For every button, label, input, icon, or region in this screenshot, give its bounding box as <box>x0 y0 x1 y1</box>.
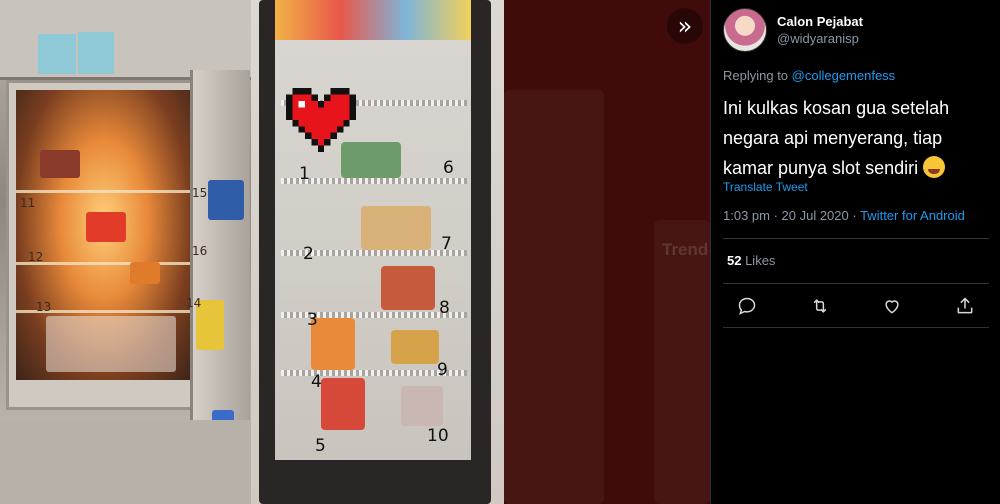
showcase-fridge-image: 1 2 3 4 5 6 7 8 9 10 <box>251 0 504 504</box>
face-with-tears-of-joy-icon <box>923 156 946 178</box>
food-container <box>86 212 126 242</box>
collapse-panel-button[interactable]: » <box>667 8 703 44</box>
tweet-meta: 1:03 pm · 20 Jul 2020 · Twitter for Andr… <box>723 208 965 223</box>
floor <box>0 420 251 504</box>
divider <box>723 238 989 239</box>
share-icon <box>957 297 973 314</box>
slot-number-9: 9 <box>437 360 448 380</box>
replying-to: Replying to @collegemenfess <box>723 68 895 83</box>
food-item <box>381 266 435 310</box>
heart-icon <box>885 300 899 314</box>
fridge-slot-label: 12 <box>28 250 44 264</box>
tweet-text: Ini kulkas kosan gua setelah negara api … <box>723 93 993 183</box>
author-display-name[interactable]: Calon Pejabat <box>777 13 863 31</box>
likes-label: Likes <box>741 253 776 268</box>
replying-prefix: Replying to <box>723 68 792 83</box>
sticky-note <box>38 34 76 74</box>
chevron-double-right-icon: » <box>677 12 693 40</box>
food-container <box>40 150 80 178</box>
tweet-body: Ini kulkas kosan gua setelah negara api … <box>723 98 950 178</box>
slot-number-7: 7 <box>441 234 452 254</box>
freezer-door <box>0 0 251 80</box>
door-item <box>208 180 244 220</box>
background-trends-heading: Trend <box>662 240 709 259</box>
replying-mention-link[interactable]: @collegemenfess <box>792 68 896 83</box>
like-button[interactable] <box>879 293 905 319</box>
author-handle[interactable]: @widyaranisp <box>777 31 863 47</box>
slot-number-4: 4 <box>311 372 322 392</box>
slot-number-8: 8 <box>439 298 450 318</box>
tweet-author[interactable]: Calon Pejabat @widyaranisp <box>723 8 863 52</box>
retweet-icon <box>813 299 827 313</box>
slot-number-1: 1 <box>299 164 310 184</box>
fridge-shelf <box>16 190 192 193</box>
background-media <box>504 90 604 504</box>
reply-button[interactable] <box>734 293 760 319</box>
food-item <box>361 206 431 250</box>
fridge-slot-label: 13 <box>36 300 52 314</box>
tweet-actions <box>711 293 1000 319</box>
slot-number-6: 6 <box>443 158 454 178</box>
retweet-button[interactable] <box>807 293 833 319</box>
food-item <box>321 378 365 430</box>
slot-number-10: 10 <box>427 426 449 446</box>
likes-number: 52 <box>727 253 742 268</box>
dimmed-background-page: Trend » <box>504 0 710 504</box>
reply-icon <box>738 297 756 315</box>
open-fridge-image: 15 14 16 11 13 12 <box>0 0 251 504</box>
fridge-slot-label: 16 <box>192 244 208 258</box>
divider <box>723 283 989 284</box>
fridge-slot-label: 14 <box>186 296 202 310</box>
tweet-source-link[interactable]: Twitter for Android <box>860 208 965 223</box>
author-names: Calon Pejabat @widyaranisp <box>777 13 863 47</box>
slot-number-3: 3 <box>307 310 318 330</box>
fridge-slot-label: 15 <box>192 186 208 200</box>
food-item <box>401 386 443 426</box>
avatar[interactable] <box>723 8 767 52</box>
food-item <box>391 330 439 364</box>
tweet-timestamp[interactable]: 1:03 pm · 20 Jul 2020 · <box>723 208 860 223</box>
fridge-slot-label: 11 <box>20 196 36 210</box>
tweet-detail-panel: Calon Pejabat @widyaranisp Replying to @… <box>710 0 1000 504</box>
share-button[interactable] <box>952 293 978 319</box>
translate-tweet-link[interactable]: Translate Tweet <box>723 180 808 194</box>
likes-count[interactable]: 52 Likes <box>727 253 775 268</box>
tweet-photo[interactable]: 15 14 16 11 13 12 1 2 3 4 5 6 7 8 9 10 <box>0 0 504 504</box>
slot-number-2: 2 <box>303 244 314 264</box>
crisper-drawer <box>46 316 176 372</box>
sticky-note <box>78 32 114 74</box>
pixel-heart-icon <box>286 88 356 152</box>
slot-number-5: 5 <box>315 436 326 456</box>
food-container <box>130 262 160 284</box>
background-trends-panel <box>654 220 710 504</box>
showcase-header-panel <box>275 0 471 40</box>
divider <box>723 327 989 328</box>
